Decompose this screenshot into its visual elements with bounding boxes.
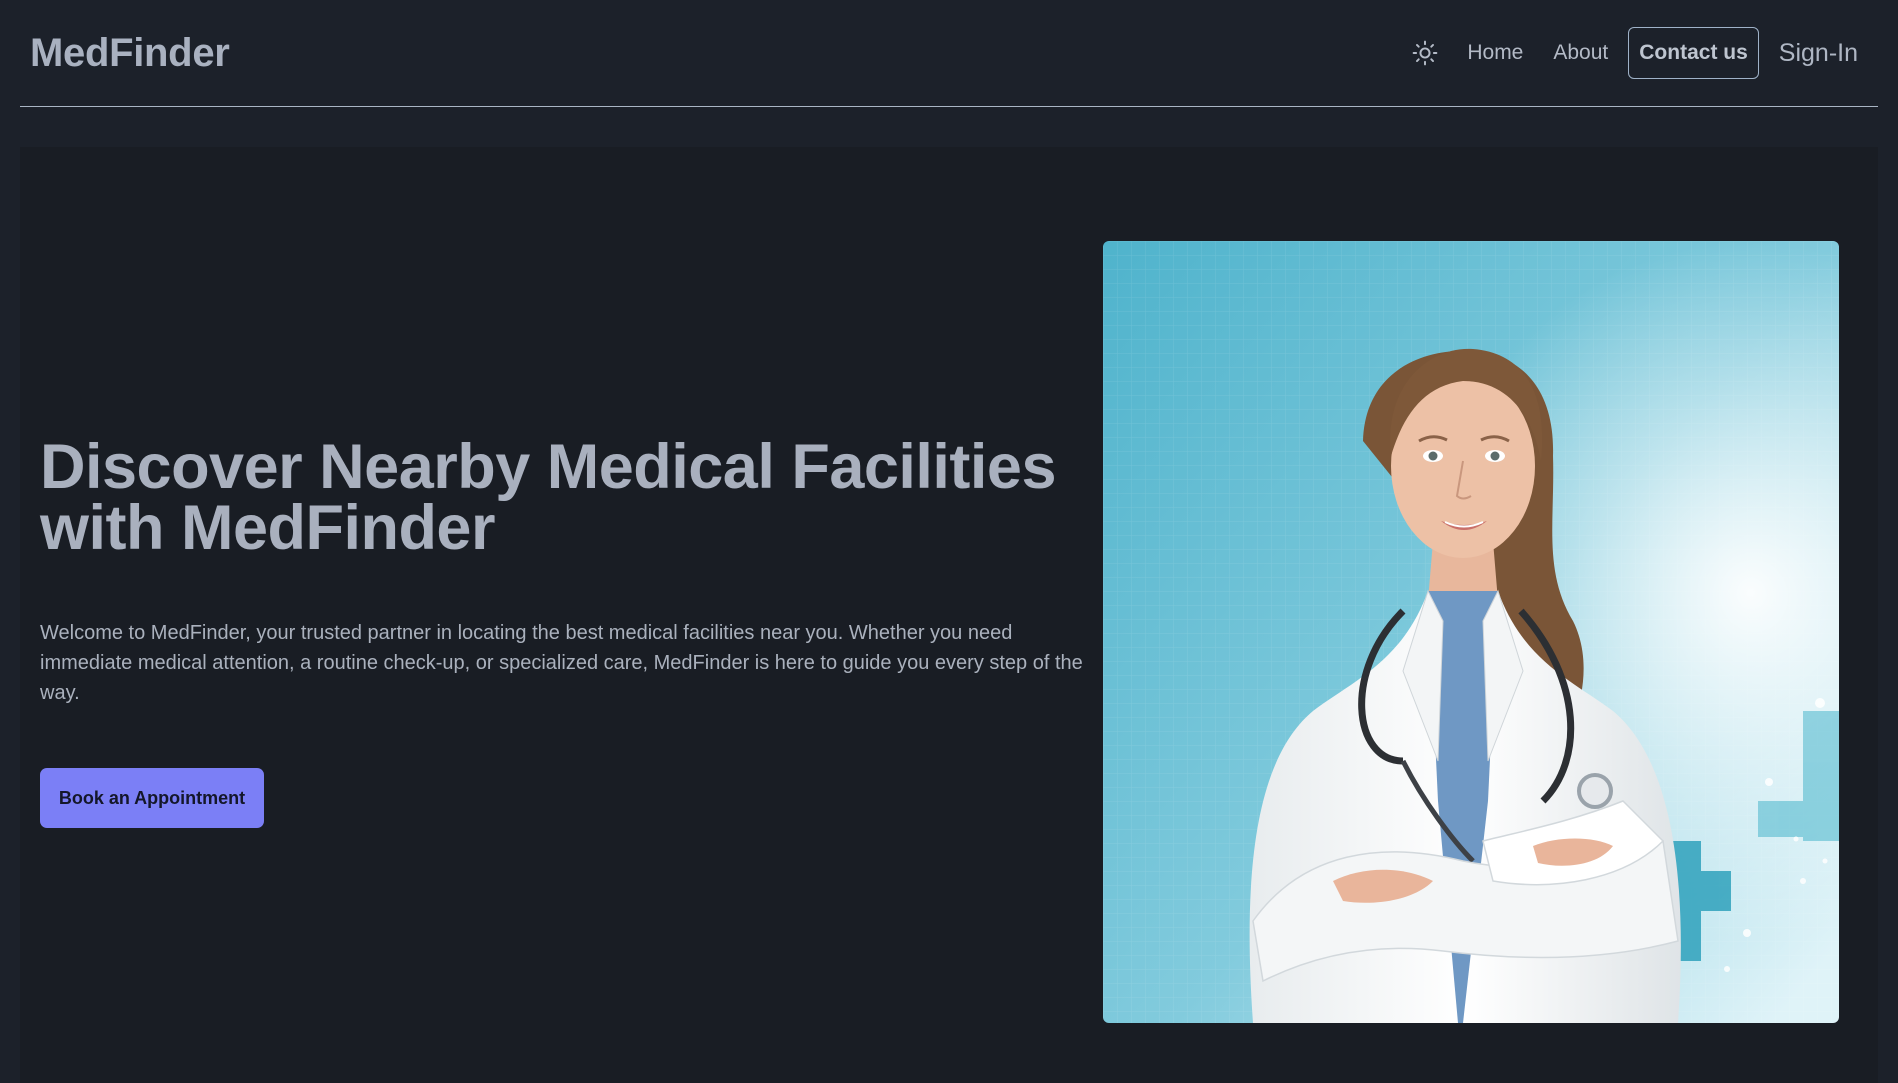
top-navbar: MedFinder Home About Contact us Sign-In	[20, 0, 1878, 107]
nav-menu: Home About Contact us Sign-In	[1411, 0, 1878, 106]
brand-logo[interactable]: MedFinder	[30, 31, 230, 76]
theme-toggle-button[interactable]	[1411, 39, 1439, 67]
contact-us-button[interactable]: Contact us	[1628, 27, 1759, 79]
book-appointment-button[interactable]: Book an Appointment	[40, 768, 264, 828]
doctor-hero-image	[1103, 241, 1839, 1023]
hero-title: Discover Nearby Medical Facilities with …	[40, 432, 1056, 563]
sun-icon	[1412, 40, 1438, 66]
nav-link-home[interactable]: Home	[1467, 41, 1523, 65]
hero-section: Discover Nearby Medical Facilities with …	[20, 147, 1878, 1083]
hero-description: Welcome to MedFinder, your trusted partn…	[40, 622, 1083, 704]
nav-link-about[interactable]: About	[1553, 41, 1608, 65]
sign-in-link[interactable]: Sign-In	[1779, 39, 1858, 68]
